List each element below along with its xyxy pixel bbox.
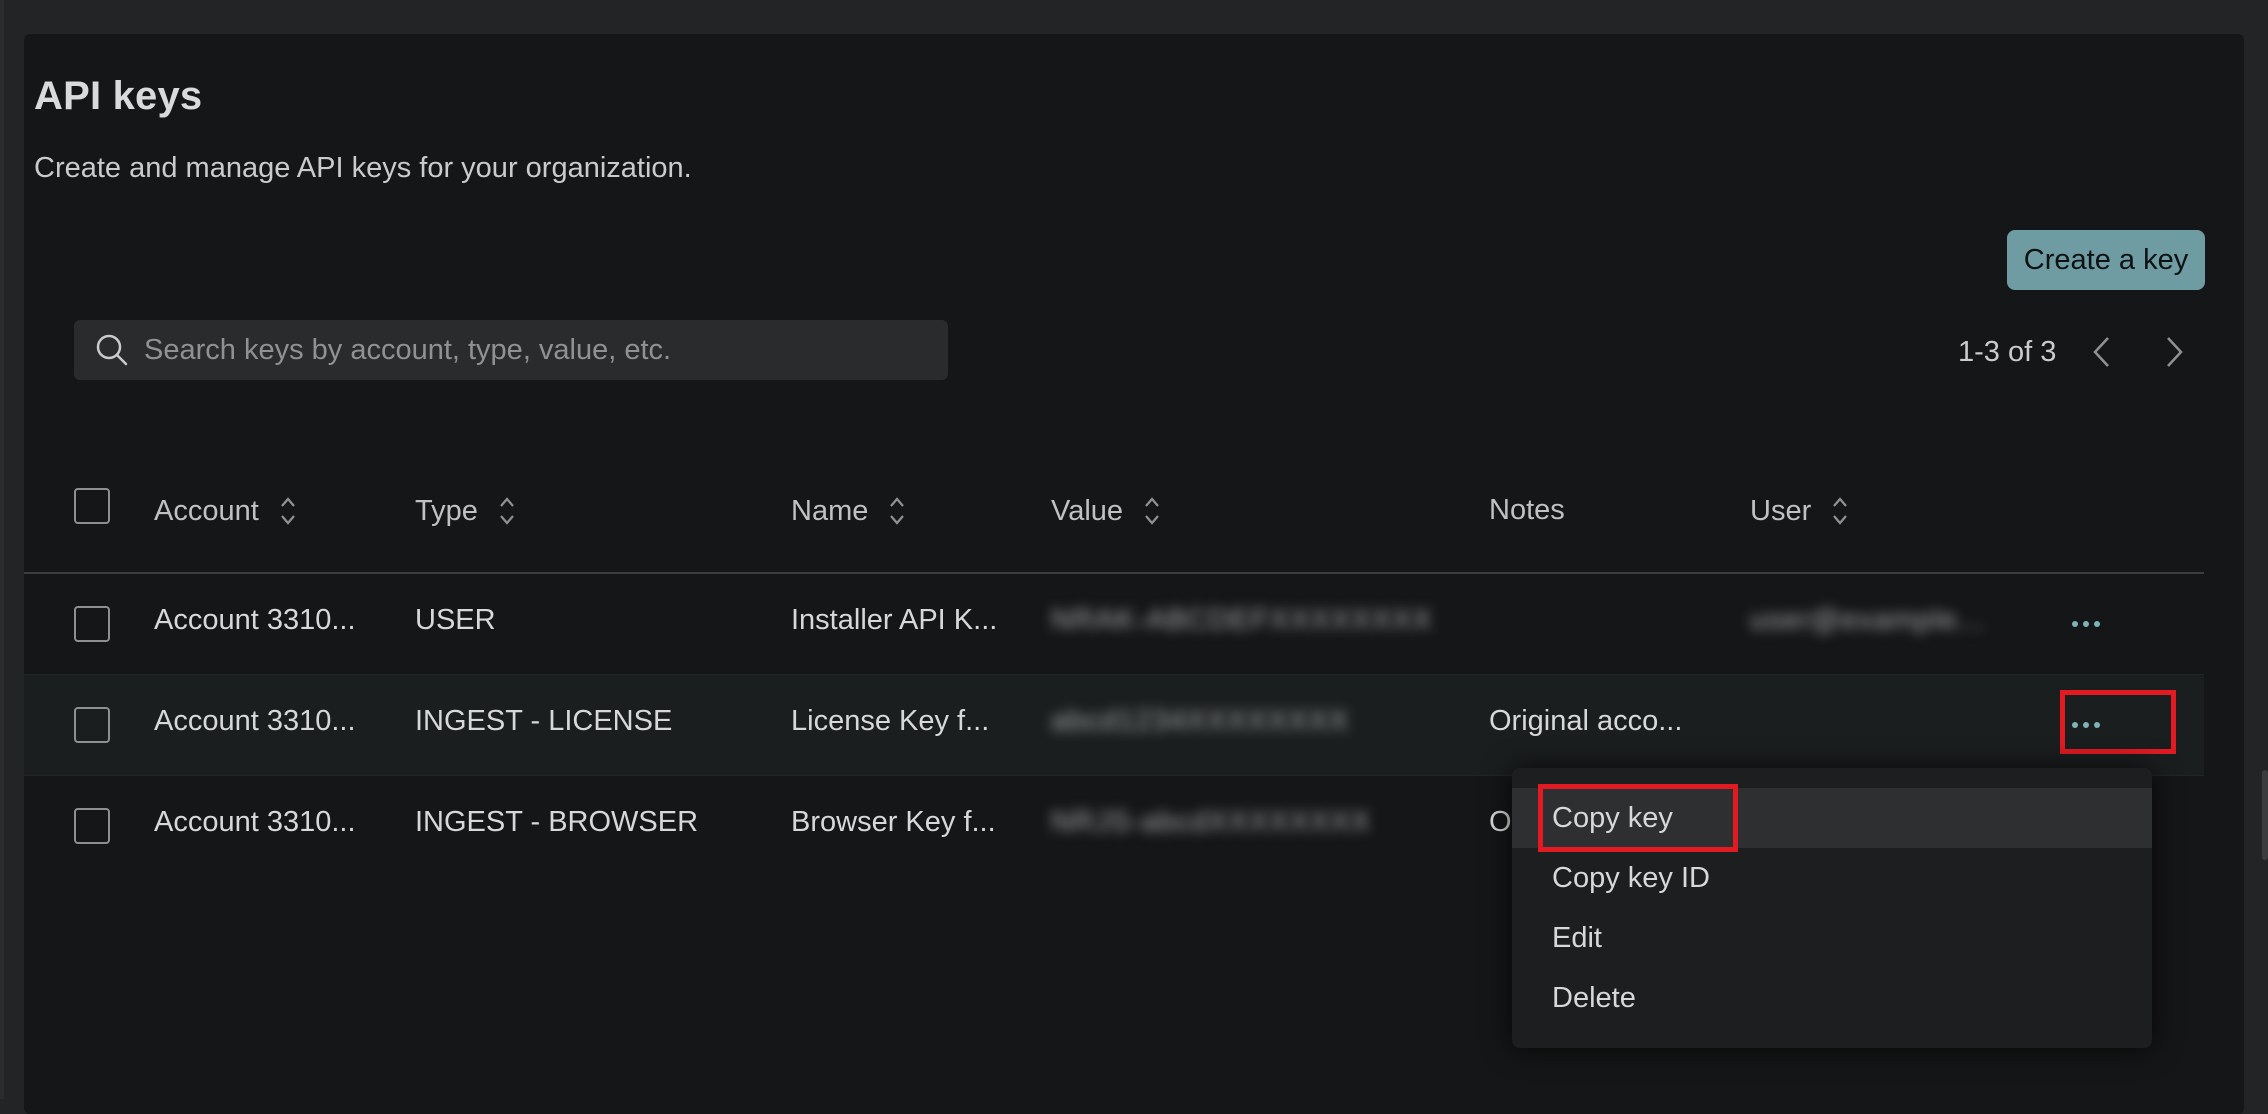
row-checkbox[interactable] — [74, 707, 110, 743]
column-header-label: Value — [1051, 494, 1124, 527]
next-page-button[interactable] — [2154, 332, 2194, 372]
scrollbar[interactable] — [2262, 770, 2268, 860]
api-keys-panel: API keys Create and manage API keys for … — [24, 34, 2244, 1114]
menu-item-delete[interactable]: Delete — [1512, 968, 2152, 1028]
cell-account: Account 3310... — [154, 604, 356, 636]
select-all-checkbox[interactable] — [74, 488, 110, 524]
search-icon — [92, 330, 132, 370]
column-header-user[interactable]: User — [1750, 494, 1849, 528]
column-header-label: Notes — [1489, 494, 1565, 526]
chevron-left-icon — [2093, 337, 2110, 367]
cell-name: License Key f... — [791, 705, 990, 737]
cell-value: NRJS-abcdXXXXXXXX — [1051, 806, 1372, 838]
column-header-notes: Notes — [1489, 494, 1565, 527]
column-header-label: User — [1750, 494, 1812, 527]
pagination: 1-3 of 3 — [1958, 332, 2194, 372]
column-header-account[interactable]: Account — [154, 494, 297, 528]
search-input[interactable] — [142, 332, 948, 368]
chevron-right-icon — [2167, 337, 2184, 367]
cell-notes: Original acco... — [1489, 705, 1683, 737]
sort-icon[interactable] — [279, 494, 297, 528]
menu-item-label: Edit — [1552, 921, 1602, 954]
column-header-name[interactable]: Name — [791, 494, 906, 528]
cell-type: USER — [415, 604, 496, 636]
highlight-box-copy-key — [1538, 784, 1738, 852]
column-header-value[interactable]: Value — [1051, 494, 1161, 528]
cell-notes: O — [1489, 806, 1512, 838]
cell-value: NRAK-ABCDEFXXXXXXXX — [1051, 604, 1433, 636]
row-actions-button[interactable] — [2060, 598, 2112, 650]
pagination-text: 1-3 of 3 — [1958, 335, 2057, 368]
column-header-type[interactable]: Type — [415, 494, 516, 528]
previous-page-button[interactable] — [2082, 332, 2122, 372]
cell-type: INGEST - BROWSER — [415, 806, 699, 838]
table-row[interactable]: Account 3310... INGEST - LICENSE License… — [24, 675, 2204, 776]
column-header-label: Name — [791, 494, 869, 527]
left-edge-strip — [0, 0, 4, 1099]
sort-icon[interactable] — [1831, 494, 1849, 528]
sort-icon[interactable] — [498, 494, 516, 528]
cell-user: user@example... — [1750, 604, 1985, 636]
cell-name: Browser Key f... — [791, 806, 996, 838]
search-bar — [74, 320, 948, 380]
more-horizontal-icon — [2072, 621, 2100, 627]
table-row[interactable]: Account 3310... USER Installer API K... … — [24, 574, 2204, 675]
highlight-box-actions — [2060, 690, 2176, 754]
sort-icon[interactable] — [1143, 494, 1161, 528]
menu-item-label: Copy key ID — [1552, 861, 1710, 894]
page-title: API keys — [34, 74, 203, 118]
cell-value: abcd1234XXXXXXXX — [1051, 705, 1350, 737]
cell-account: Account 3310... — [154, 705, 356, 737]
sort-icon[interactable] — [888, 494, 906, 528]
column-header-label: Account — [154, 494, 259, 527]
table-header-row: Account Type Name Value Notes User — [24, 464, 2204, 574]
create-key-button[interactable]: Create a key — [2007, 230, 2205, 290]
menu-item-label: Delete — [1552, 981, 1636, 1014]
cell-name: Installer API K... — [791, 604, 998, 636]
row-checkbox[interactable] — [74, 606, 110, 642]
column-header-label: Type — [415, 494, 478, 527]
cell-account: Account 3310... — [154, 806, 356, 838]
menu-item-copy-key-id[interactable]: Copy key ID — [1512, 848, 2152, 908]
page-subtitle: Create and manage API keys for your orga… — [34, 152, 692, 184]
menu-item-edit[interactable]: Edit — [1512, 908, 2152, 968]
cell-type: INGEST - LICENSE — [415, 705, 673, 737]
row-checkbox[interactable] — [74, 808, 110, 844]
